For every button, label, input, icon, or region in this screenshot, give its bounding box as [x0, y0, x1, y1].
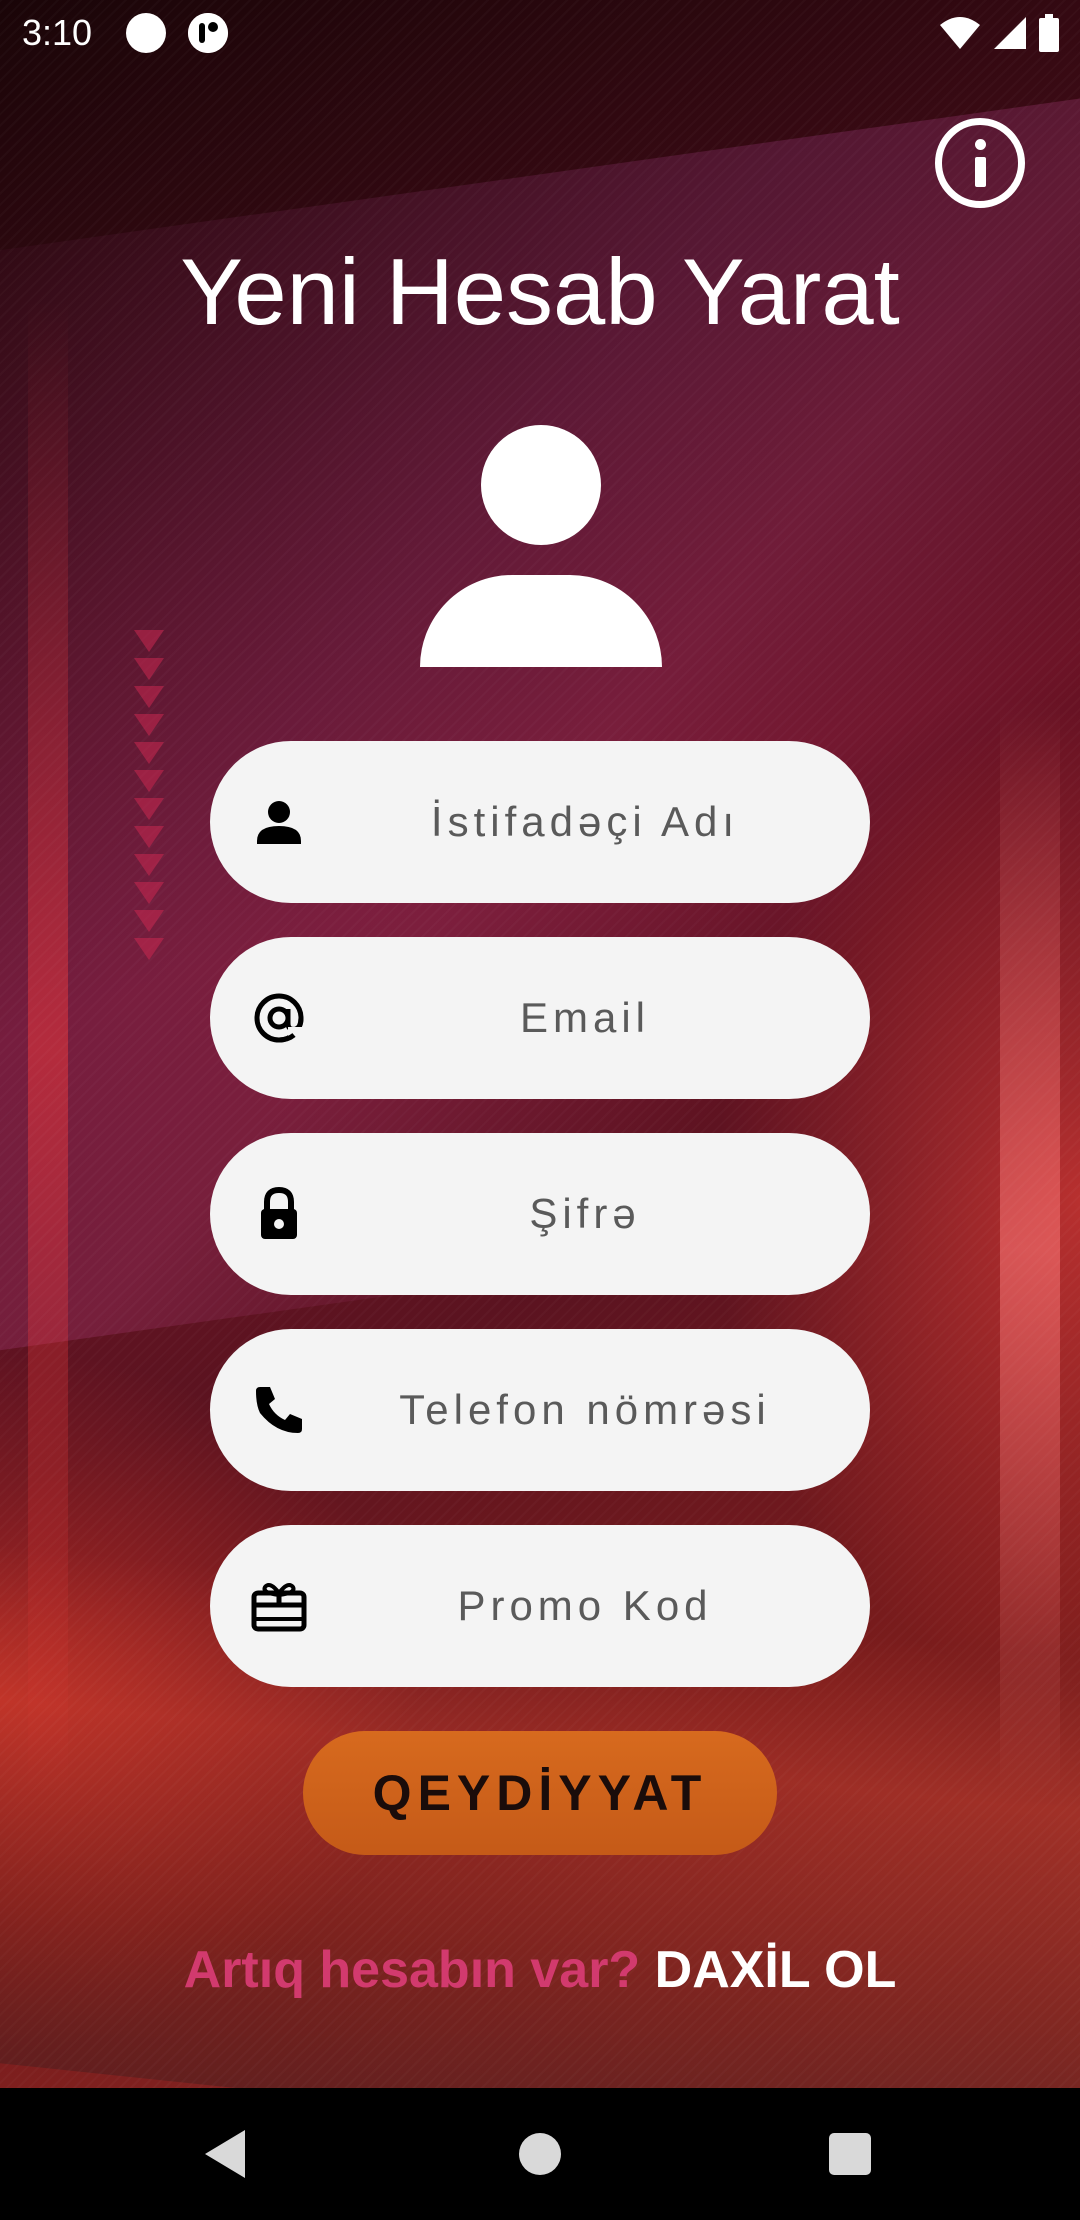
- phone-field[interactable]: Telefon nömrəsi: [210, 1329, 870, 1491]
- password-field[interactable]: Şifrə: [210, 1133, 870, 1295]
- promo-code-field[interactable]: Promo Kod: [210, 1525, 870, 1687]
- circle-notification-icon: [126, 13, 166, 53]
- phone-icon: [256, 1387, 302, 1433]
- home-icon[interactable]: [519, 2133, 561, 2175]
- person-avatar-icon: [420, 425, 662, 667]
- back-icon[interactable]: [205, 2130, 245, 2178]
- password-placeholder: Şifrə: [529, 1190, 641, 1237]
- status-bar: 3:10: [0, 0, 1080, 66]
- page-title: Yeni Hesab Yarat: [180, 239, 900, 344]
- person-icon: [257, 801, 301, 844]
- register-button[interactable]: QEYDİYYAT: [303, 1731, 777, 1855]
- phone-placeholder: Telefon nömrəsi: [399, 1386, 771, 1433]
- lock-icon: [261, 1186, 297, 1239]
- signal-icon: [994, 17, 1026, 49]
- login-link[interactable]: DAXİL OL: [655, 1941, 897, 1999]
- recents-icon[interactable]: [829, 2133, 871, 2175]
- gift-card-icon: [251, 1583, 307, 1632]
- login-question: Artıq hesabın var?: [183, 1941, 655, 1999]
- username-placeholder: İstifadəçi Adı: [430, 798, 740, 845]
- promo-code-placeholder: Promo Kod: [457, 1582, 713, 1629]
- info-button[interactable]: [935, 118, 1025, 208]
- battery-icon: [1039, 14, 1059, 52]
- at-sign-icon: [254, 993, 304, 1043]
- email-field[interactable]: Email: [210, 937, 870, 1099]
- username-field[interactable]: İstifadəçi Adı: [210, 741, 870, 903]
- app-notification-icon: [188, 13, 228, 53]
- login-prompt: Artıq hesabın var? DAXİL OL: [0, 1940, 1080, 2000]
- email-placeholder: Email: [519, 994, 651, 1041]
- decorative-arrows: [134, 630, 166, 966]
- system-nav-bar: [0, 2088, 1080, 2220]
- register-screen: 3:10 Yeni Hesab Yarat İstifadəçi Adı Ema…: [0, 0, 1080, 2220]
- status-time: 3:10: [22, 12, 93, 53]
- wifi-icon: [940, 17, 980, 49]
